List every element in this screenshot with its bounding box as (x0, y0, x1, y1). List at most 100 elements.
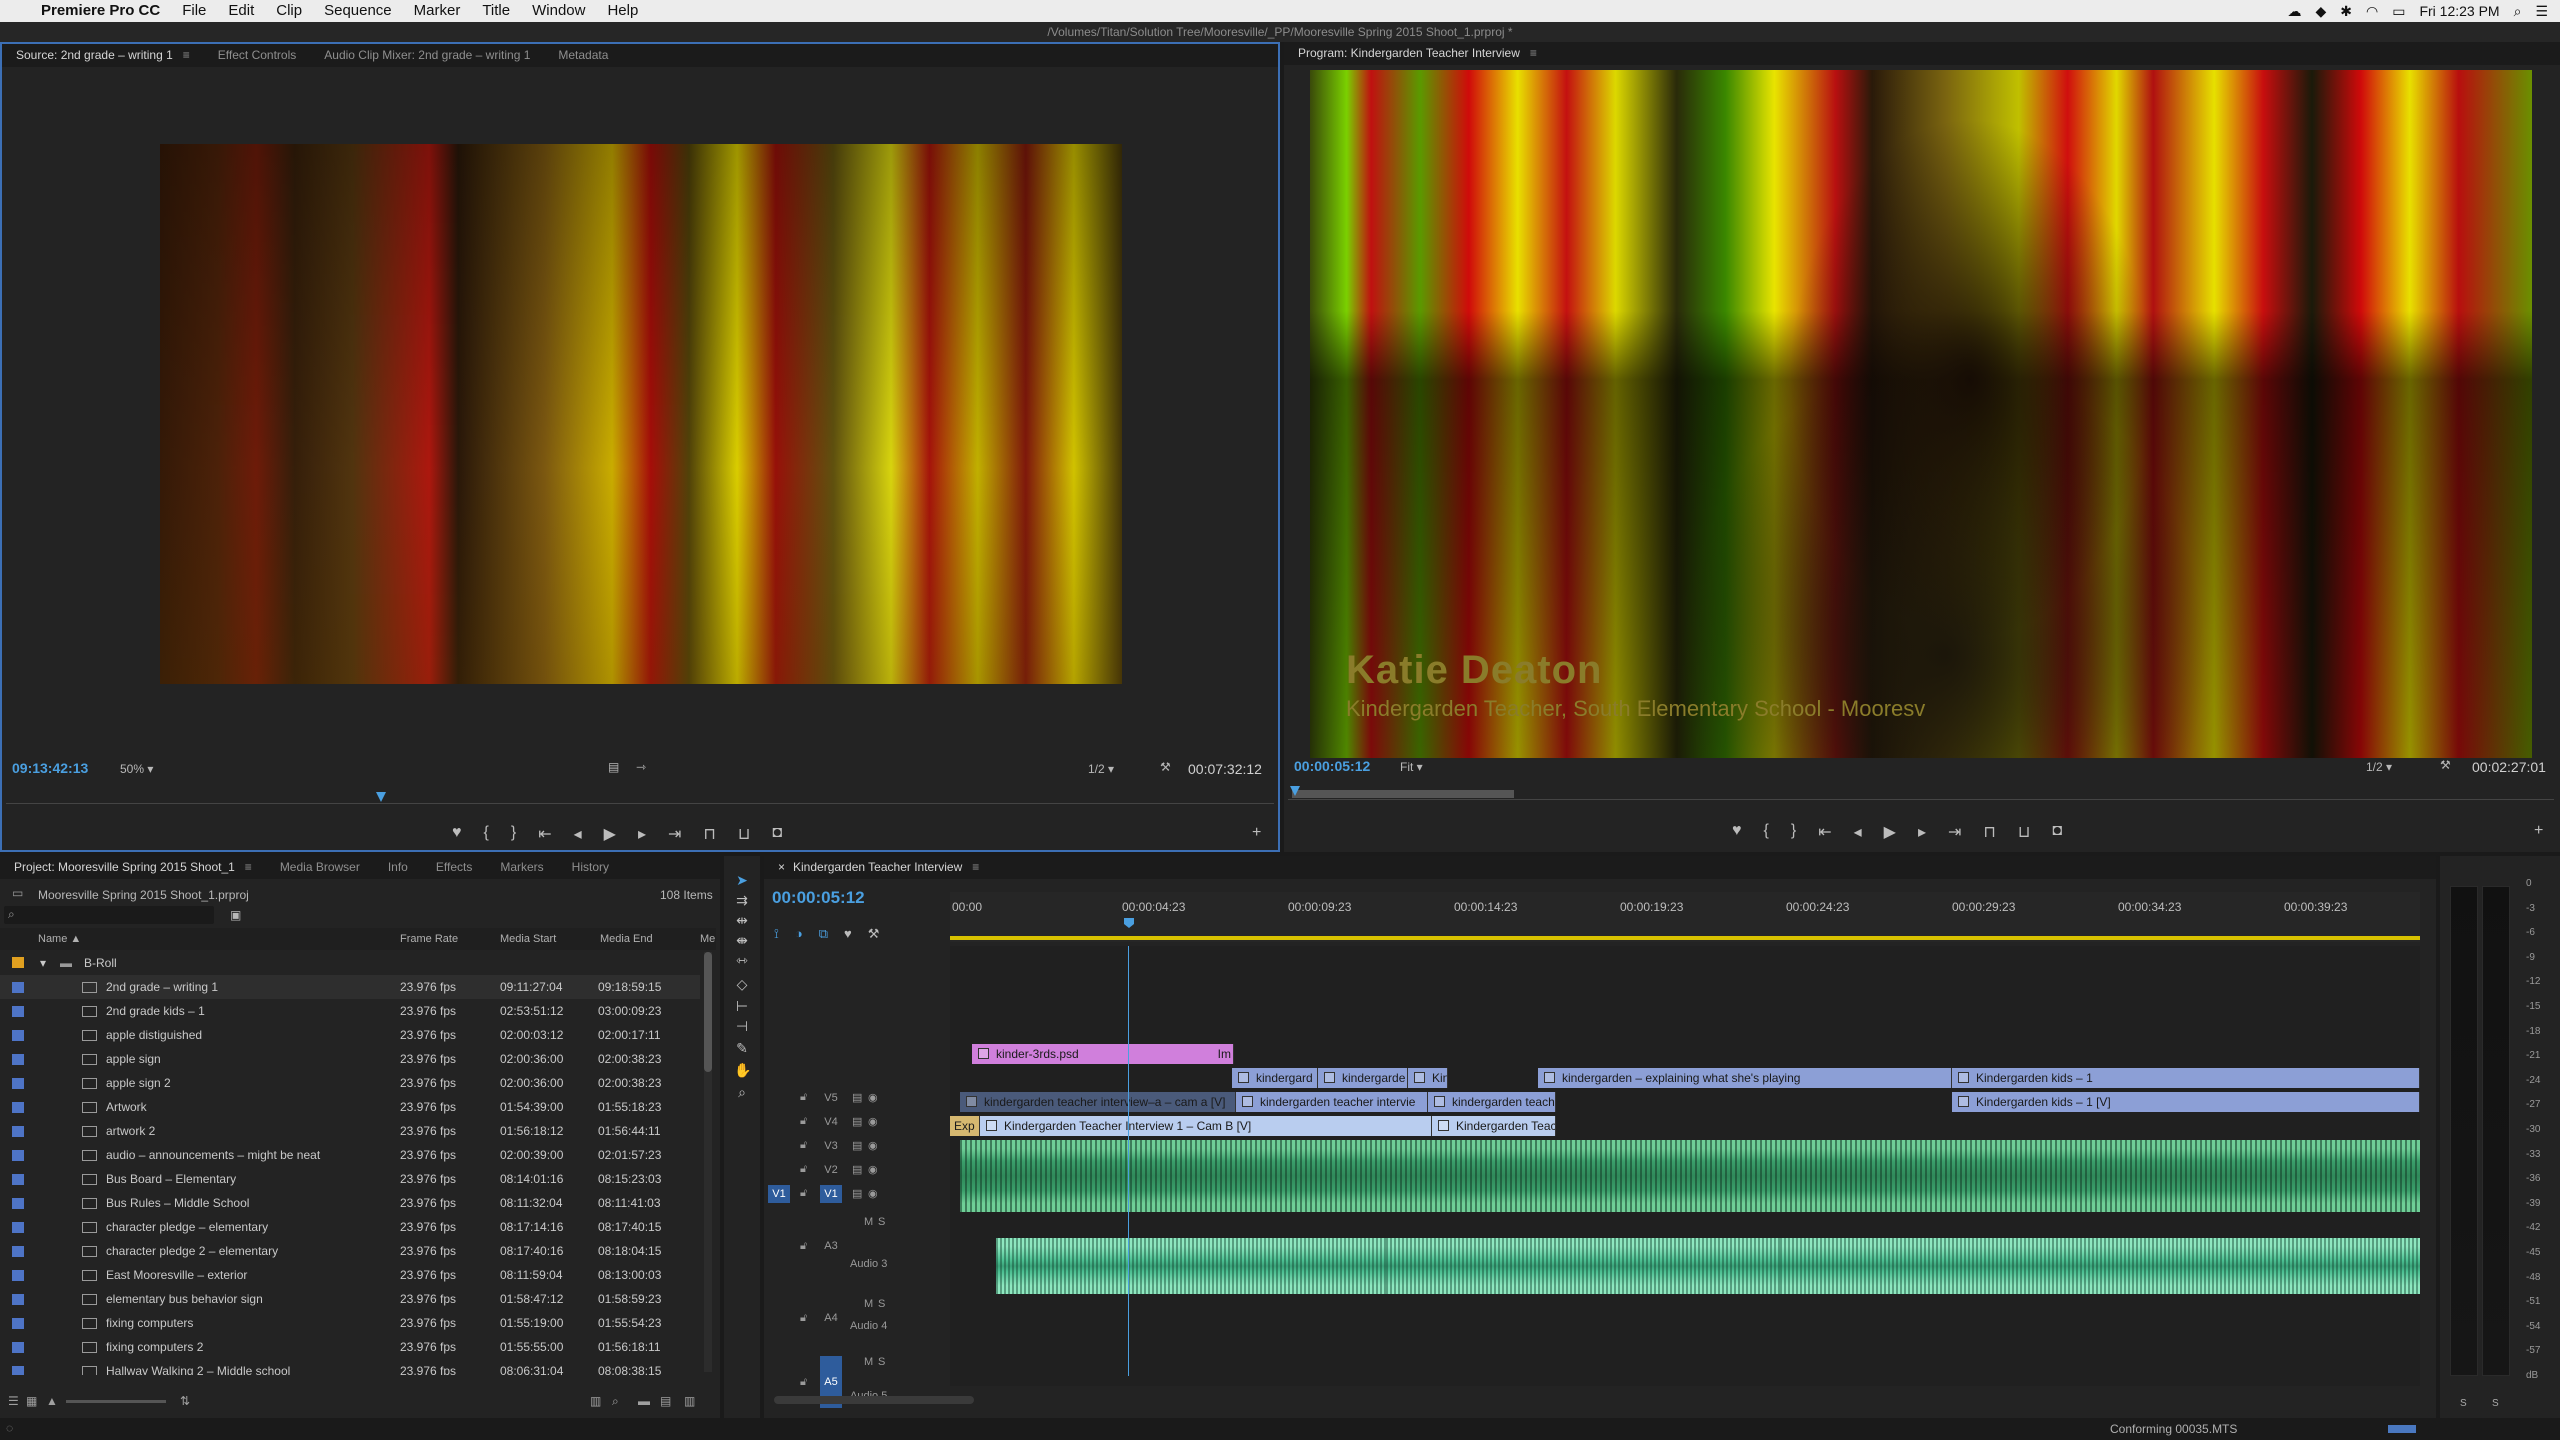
clip-v3-explaining[interactable]: kindergarden – explaining what she's pla… (1538, 1068, 1952, 1088)
column-frame-rate[interactable]: Frame Rate (400, 928, 458, 950)
project-list-item[interactable]: Hallway Walking 2 – Middle school 23.976 … (0, 1359, 700, 1375)
menu-edit[interactable]: Edit (217, 0, 265, 22)
trash-icon[interactable]: ▥ (684, 1394, 695, 1408)
button-editor-plus-icon[interactable]: + (1252, 824, 1261, 842)
clip-v2-teache[interactable]: kindergarden teache (1428, 1092, 1556, 1112)
solo-button[interactable]: S (878, 1356, 885, 1368)
lock-icon[interactable]: 🔓︎ (800, 1139, 807, 1152)
bin-disclosure-icon[interactable]: ▾ (40, 951, 46, 975)
panel-menu-icon[interactable]: ≡ (183, 48, 190, 62)
track-id[interactable]: A3 (820, 1236, 842, 1256)
track-id[interactable]: V3 (820, 1137, 842, 1155)
source-resolution-select[interactable]: 1/2 ▾ (1088, 762, 1114, 776)
insert-overlay-icon[interactable]: ⇾ (636, 760, 646, 774)
battery-icon[interactable]: ▭ (2392, 3, 2405, 20)
track-id[interactable]: V2 (820, 1161, 842, 1179)
lock-icon[interactable]: 🔓︎ (800, 1115, 807, 1128)
panel-menu-icon[interactable]: ≡ (972, 860, 979, 874)
timeline-playhead[interactable] (1128, 946, 1129, 1376)
slip-tool-icon[interactable]: ⊢ (734, 998, 750, 1014)
program-work-area-bar[interactable] (1292, 790, 1514, 798)
sync-lock-icon[interactable]: ▤ (852, 1115, 862, 1128)
clip-v1-exp[interactable]: Exp (950, 1116, 980, 1136)
clip-v1-teache[interactable]: Kindergarden Teache (1432, 1116, 1556, 1136)
track-header-v3[interactable]: 🔓︎ V3 ▤ ◉ (764, 1136, 948, 1158)
new-item-icon[interactable]: ▤ (660, 1394, 671, 1408)
go-to-in-icon[interactable]: ⇤ (1818, 822, 1831, 842)
project-list-item[interactable]: 2nd grade – writing 1 23.976 fps 09:11:27:… (0, 975, 700, 999)
extract-icon[interactable]: ⊔ (2018, 822, 2030, 842)
work-area-bar[interactable] (950, 936, 2420, 940)
project-list-item[interactable]: apple distiguished 23.976 fps 02:00:03:12 0… (0, 1023, 700, 1047)
find-icon[interactable]: ⌕ (612, 1394, 619, 1409)
tab-markers[interactable]: Markers (486, 856, 557, 879)
tab-info[interactable]: Info (374, 856, 422, 879)
export-frame-icon[interactable]: ▤ (608, 760, 619, 774)
add-marker-icon[interactable]: ♥ (452, 824, 462, 844)
panel-menu-icon[interactable]: ≡ (245, 860, 252, 874)
tab-media-browser[interactable]: Media Browser (266, 856, 374, 879)
zoom-slider[interactable] (66, 1400, 166, 1403)
solo-left-button[interactable]: S (2460, 1398, 2467, 1409)
camera-icon[interactable]: ◘ (2052, 822, 2062, 842)
play-icon[interactable]: ▶ (604, 824, 616, 844)
project-list-item[interactable]: Bus Rules – Middle School 23.976 fps 08:11… (0, 1191, 700, 1215)
project-list-item[interactable]: fixing computers 23.976 fps 01:55:19:00 01:… (0, 1311, 700, 1335)
mute-button[interactable]: M (864, 1298, 873, 1310)
mute-button[interactable]: M (864, 1216, 873, 1228)
list-view-icon[interactable]: ☰ (8, 1394, 19, 1408)
mark-out-icon[interactable]: } (511, 824, 516, 844)
column-name[interactable]: Name ▲ (38, 928, 81, 950)
menu-window[interactable]: Window (521, 0, 596, 22)
tab-history[interactable]: History (558, 856, 623, 879)
source-scrubber[interactable] (6, 792, 1274, 804)
hand-tool-icon[interactable]: ✋ (734, 1062, 751, 1078)
clip-v3-kids-1[interactable]: Kindergarden kids – 1 (1952, 1068, 2420, 1088)
menu-file[interactable]: File (171, 0, 217, 22)
step-back-icon[interactable]: ◂ (1854, 822, 1862, 842)
time-ruler[interactable]: 00:00 00:00:04:23 00:00:09:23 00:00:14:23 00… (950, 892, 2467, 942)
eye-icon[interactable]: ◉ (868, 1115, 878, 1128)
lock-icon[interactable]: 🔓︎ (800, 1187, 807, 1200)
solo-button[interactable]: S (878, 1298, 885, 1310)
clip-v2-kids-1[interactable]: Kindergarden kids – 1 [V] (1952, 1092, 2420, 1112)
panel-menu-icon[interactable]: ≡ (1530, 46, 1537, 60)
tab-sequence[interactable]: × Kindergarden Teacher Interview ≡ (764, 856, 993, 879)
tab-program[interactable]: Program: Kindergarden Teacher Interview ≡ (1284, 42, 1551, 65)
add-marker-icon[interactable]: ♥ (1732, 822, 1742, 842)
mark-out-icon[interactable]: } (1791, 822, 1796, 842)
sync-lock-icon[interactable]: ▤ (852, 1139, 862, 1152)
clip-v3-kindergard[interactable]: kindergard (1232, 1068, 1318, 1088)
clip-v2-intervie[interactable]: kindergarden teacher intervie (1236, 1092, 1428, 1112)
add-marker-icon[interactable]: ♥ (844, 926, 852, 944)
automate-to-sequence-icon[interactable]: ▥ (590, 1394, 601, 1408)
dropbox-icon[interactable]: ◆ (2315, 3, 2326, 20)
bin-row[interactable]: ▾ ▬ B-Roll (0, 951, 716, 975)
eye-icon[interactable]: ◉ (868, 1139, 878, 1152)
insert-icon[interactable]: ⊓ (703, 824, 715, 844)
program-resolution-select[interactable]: 1/2 ▾ (2366, 760, 2392, 774)
program-zoom-select[interactable]: Fit ▾ (1400, 760, 1423, 774)
timeline-timecode[interactable]: 00:00:05:12 (772, 888, 865, 908)
app-menu[interactable]: Premiere Pro CC (30, 0, 171, 22)
program-scrubber[interactable] (1288, 786, 2554, 800)
ripple-edit-tool-icon[interactable]: ⇹ (734, 912, 750, 928)
clip-v3-kin[interactable]: Kin (1408, 1068, 1448, 1088)
lift-icon[interactable]: ⊓ (1983, 822, 1995, 842)
timeline-settings-icon[interactable]: ⚒ (868, 926, 880, 944)
track-header-v4[interactable]: 🔓︎ V4 ▤ ◉ (764, 1112, 948, 1134)
go-to-in-icon[interactable]: ⇤ (538, 824, 551, 844)
audio-clip-a5-1[interactable] (996, 1238, 1386, 1294)
settings-wrench-icon[interactable]: ⚒ (2440, 758, 2451, 772)
icon-view-icon[interactable]: ▦ (26, 1394, 37, 1408)
slide-tool-icon[interactable]: ⊣ (734, 1018, 750, 1034)
notification-center-icon[interactable]: ☰ (2535, 3, 2548, 20)
rate-stretch-tool-icon[interactable]: ⇿ (734, 952, 750, 968)
lock-icon[interactable]: 🔓︎ (800, 1163, 807, 1176)
column-more[interactable]: Me (700, 928, 715, 950)
audio-clip-a3[interactable] (960, 1140, 2420, 1212)
project-list-item[interactable]: character pledge 2 – elementary 23.976 fp… (0, 1239, 700, 1263)
track-select-tool-icon[interactable]: ⇉ (734, 892, 750, 908)
nest-toggle-icon[interactable]: ⟟ (774, 926, 779, 944)
tab-effects[interactable]: Effects (422, 856, 486, 879)
